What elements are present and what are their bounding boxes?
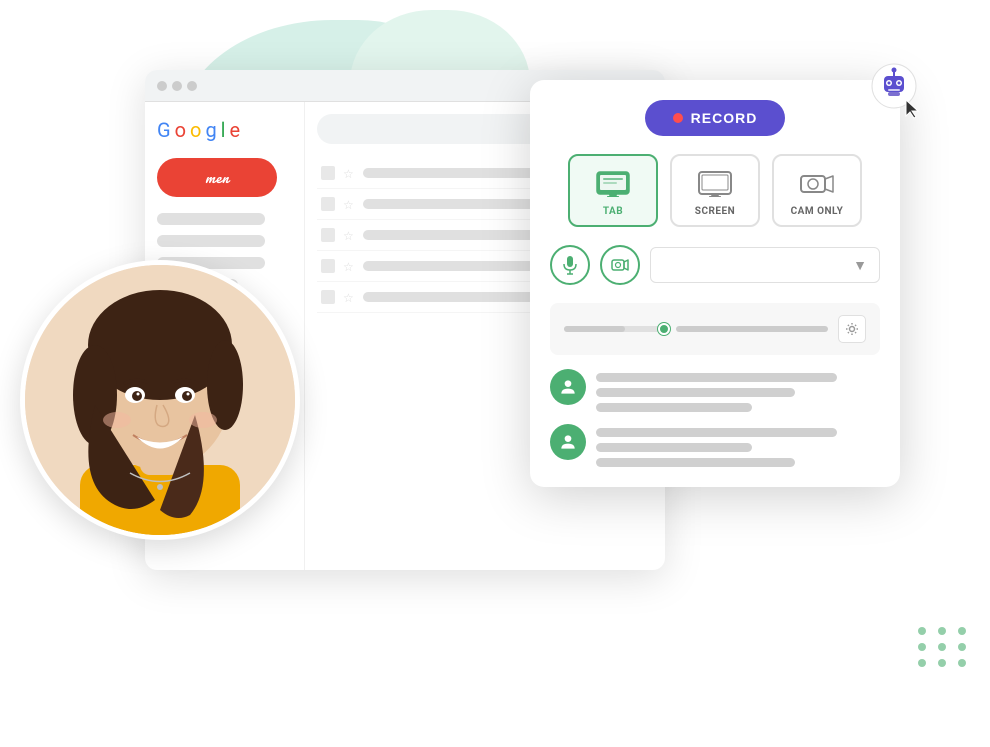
close-dot bbox=[157, 81, 167, 91]
progress-indicator bbox=[658, 323, 670, 335]
person-photo-wrap bbox=[20, 260, 300, 540]
tab-mode-label: TAB bbox=[603, 206, 623, 217]
camera-mode-icon bbox=[799, 170, 835, 198]
scene: Google men ☆ ☆ bbox=[0, 0, 990, 747]
cam-only-mode-icon bbox=[797, 168, 837, 200]
person-photo bbox=[20, 260, 300, 540]
user-name-line bbox=[596, 373, 837, 382]
logo-letter: l bbox=[221, 118, 226, 142]
gmail-nav-item bbox=[157, 235, 265, 247]
logo-letter: o bbox=[175, 118, 186, 142]
dot bbox=[918, 643, 926, 651]
progress-fill bbox=[564, 326, 625, 332]
email-star[interactable]: ☆ bbox=[343, 260, 355, 272]
email-star[interactable]: ☆ bbox=[343, 198, 355, 210]
email-checkbox[interactable] bbox=[321, 197, 335, 211]
user-avatar bbox=[550, 369, 586, 405]
dot bbox=[938, 627, 946, 635]
dot bbox=[958, 643, 966, 651]
email-checkbox[interactable] bbox=[321, 166, 335, 180]
mode-tab[interactable]: TAB bbox=[568, 154, 658, 227]
email-checkbox[interactable] bbox=[321, 290, 335, 304]
person-icon bbox=[558, 432, 578, 452]
record-label: RECORD bbox=[691, 110, 758, 126]
screen-mode-label: SCREEN bbox=[695, 206, 735, 217]
dot bbox=[958, 627, 966, 635]
gmail-nav-item bbox=[157, 213, 265, 225]
robot-icon-wrap bbox=[870, 62, 918, 114]
logo-letter: G bbox=[157, 118, 171, 142]
maximize-dot bbox=[187, 81, 197, 91]
email-star[interactable]: ☆ bbox=[343, 167, 355, 179]
email-star[interactable]: ☆ bbox=[343, 291, 355, 303]
minimize-dot bbox=[172, 81, 182, 91]
progress-section bbox=[550, 303, 880, 355]
user-detail-line-2 bbox=[596, 458, 795, 467]
camera-dropdown[interactable]: ▼ bbox=[650, 247, 880, 283]
dropdown-arrow-icon: ▼ bbox=[853, 257, 867, 274]
mic-button[interactable] bbox=[550, 245, 590, 285]
mic-icon bbox=[562, 255, 578, 275]
audio-controls-row: ▼ bbox=[550, 245, 880, 285]
dot bbox=[918, 627, 926, 635]
user-list bbox=[550, 369, 880, 467]
monitor-screen-icon bbox=[595, 170, 631, 198]
cam-icon bbox=[611, 258, 629, 272]
logo-letter: o bbox=[190, 118, 201, 142]
user-row bbox=[550, 369, 880, 412]
cam-only-mode-label: CAM ONLY bbox=[791, 206, 844, 217]
email-checkbox[interactable] bbox=[321, 259, 335, 273]
google-logo: Google bbox=[157, 118, 292, 142]
user-detail-line bbox=[596, 443, 752, 452]
logo-letter: g bbox=[205, 118, 216, 142]
settings-button[interactable] bbox=[838, 315, 866, 343]
dot bbox=[918, 659, 926, 667]
person-illustration bbox=[25, 265, 295, 535]
window-controls bbox=[157, 81, 197, 91]
progress-bar bbox=[564, 326, 666, 332]
user-detail-line bbox=[596, 388, 795, 397]
tab-mode-icon bbox=[593, 168, 633, 200]
user-avatar bbox=[550, 424, 586, 460]
progress-secondary-bar bbox=[676, 326, 828, 332]
record-button-wrap: RECORD bbox=[550, 100, 880, 136]
mode-screen[interactable]: SCREEN bbox=[670, 154, 760, 227]
user-info-lines bbox=[596, 369, 880, 412]
logo-letter: e bbox=[230, 118, 241, 142]
mode-cam-only[interactable]: CAM ONLY bbox=[772, 154, 862, 227]
email-checkbox[interactable] bbox=[321, 228, 335, 242]
email-star[interactable]: ☆ bbox=[343, 229, 355, 241]
camera-button[interactable] bbox=[600, 245, 640, 285]
user-row bbox=[550, 424, 880, 467]
extension-popup: RECORD TAB bbox=[530, 80, 900, 487]
dot bbox=[938, 643, 946, 651]
user-name-line bbox=[596, 428, 837, 437]
user-info-lines bbox=[596, 424, 880, 467]
monitor-icon bbox=[697, 170, 733, 198]
compose-button[interactable]: men bbox=[157, 158, 277, 197]
record-indicator bbox=[673, 113, 683, 123]
dot bbox=[958, 659, 966, 667]
screen-mode-icon bbox=[695, 168, 735, 200]
mode-selection: TAB SCREEN bbox=[550, 154, 880, 227]
dot bbox=[938, 659, 946, 667]
decoration-dots bbox=[918, 627, 970, 667]
person-icon bbox=[558, 377, 578, 397]
user-detail-line-2 bbox=[596, 403, 752, 412]
gear-icon bbox=[845, 322, 859, 336]
record-button[interactable]: RECORD bbox=[645, 100, 786, 136]
cursor-icon bbox=[904, 98, 926, 120]
